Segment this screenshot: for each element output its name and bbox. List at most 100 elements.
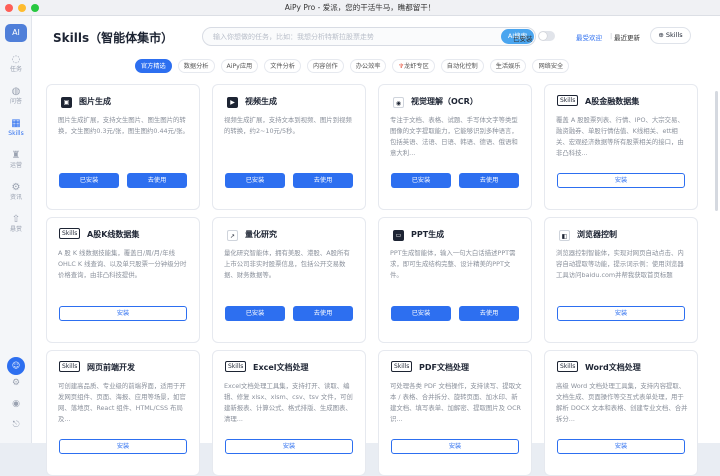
tab-office[interactable]: 办公效率 xyxy=(349,59,387,73)
toggle-knob xyxy=(539,32,547,40)
skill-card[interactable]: Skills 网页前端开发可创建高品质、专业级的前端界面，适用于开发网页组件、页面… xyxy=(46,350,200,476)
skill-card[interactable]: Skills A股K线数据集 A 股 K 线数据技能集，覆盖日/周/月/年线 OHL… xyxy=(46,217,200,343)
trophy-icon: ♜ xyxy=(11,150,21,161)
tab-official[interactable]: 官方精选 xyxy=(135,59,172,73)
skill-card[interactable]: Skills A股金融数据集 覆盖 A 股股票列表、行情、IPO、大宗交易、融资融券… xyxy=(544,84,698,210)
browser-icon: ◧ xyxy=(559,230,570,241)
ppt-icon: ▭ xyxy=(393,230,404,241)
sidebar-item-label: Skills xyxy=(8,130,24,137)
install-button[interactable]: 安装 xyxy=(391,439,519,454)
search-input[interactable] xyxy=(213,31,493,43)
skill-name: Excel文档处理 xyxy=(253,363,309,372)
sidebar-item-bounty[interactable]: ⇧ 悬赏 xyxy=(0,214,32,234)
sort-popular-link[interactable]: 最受欢迎 xyxy=(576,32,602,42)
settings-icon[interactable]: ⚙ xyxy=(0,378,32,388)
skill-description: 高级 Word 文档处理工具集，支持内容提取、文档生成、页面操作等交互式表单处理… xyxy=(556,382,688,423)
skills-tag-badge: Skills xyxy=(557,361,579,372)
skills-button-label: Skills xyxy=(665,31,683,39)
skill-card[interactable]: Skills Excel文档处理 Excel文档处理工具集，支持打开、读取、编辑、修… xyxy=(212,350,366,476)
skill-name: 浏览器控制 xyxy=(577,230,617,239)
skill-card[interactable]: Skills PDF文档处理 可处理各类 PDF 文档操作，支持读写、提取文本 / … xyxy=(378,350,532,476)
tab-file-analysis[interactable]: 文件分析 xyxy=(264,59,301,73)
installed-button[interactable]: 已安装 xyxy=(391,173,451,188)
install-button[interactable]: 安装 xyxy=(59,306,187,321)
tab-label: 龙虾专区 xyxy=(404,63,429,70)
skill-description: 专注于文档、表格、试题、手写体文字等类型图像的文字提取能力，它能够识别多种语言，… xyxy=(390,116,518,157)
user-icon[interactable]: ◉ xyxy=(0,399,32,409)
category-tabs: 官方精选 数据分析 AiPy应用 文件分析 内容创作 办公效率 ♆龙虾专区 自动… xyxy=(135,59,570,73)
skill-name: 视觉理解（OCR） xyxy=(411,97,478,106)
skill-card[interactable]: ◧ 浏览器控制浏览器控制智能体，实现对网页自动点击、内容自动提取等功能，提示词示例… xyxy=(544,217,698,343)
use-button[interactable]: 去使用 xyxy=(459,173,519,188)
page-title: Skills（智能体集市） xyxy=(53,31,174,45)
tab-lobster[interactable]: ♆龙虾专区 xyxy=(392,59,435,73)
eye-icon: ◉ xyxy=(393,97,404,108)
sidebar: AI ◌ 任务 ◍ 问答 ▦ Skills ♜ 运营 ⚙ 资讯 ⇧ 悬赏 ☺ ⚙… xyxy=(0,16,32,443)
use-button[interactable]: 去使用 xyxy=(293,173,353,188)
installed-button[interactable]: 已安装 xyxy=(225,306,285,321)
skill-name: 网页前端开发 xyxy=(87,363,135,372)
main-panel: Skills（智能体集市） AI搜索 已安装 最受欢迎 | 最近更新 ⊕ Ski… xyxy=(32,16,720,476)
skill-card[interactable]: ◉ 视觉理解（OCR） 专注于文档、表格、试题、手写体文字等类型图像的文字提取能力，… xyxy=(378,84,532,210)
skill-card[interactable]: ▶ 视频生成 视频生成扩展，支持文本到视频、图片到视频的转换，约2~10元/5秒。已… xyxy=(212,84,366,210)
tab-data-analysis[interactable]: 数据分析 xyxy=(177,59,215,73)
skill-card[interactable]: ↗ 量化研究量化研究智能体，拥有美股、港股、A股所有上市公司非实时股票信息，包括公… xyxy=(212,217,366,343)
tab-lifestyle[interactable]: 生活娱乐 xyxy=(489,59,527,73)
install-button[interactable]: 安装 xyxy=(557,306,685,321)
skills-tag-badge: Skills xyxy=(557,95,579,106)
skills-tag-badge: Skills xyxy=(391,361,413,372)
skill-name: PPT生成 xyxy=(411,230,445,239)
installed-toggle[interactable] xyxy=(538,31,555,41)
skill-card[interactable]: ▣ 图片生成 图片生成扩展，支持文生图片、图生图片的转换，文生图约0.3元/张，图生… xyxy=(46,84,200,210)
upload-icon: ⇧ xyxy=(11,214,21,225)
tab-automation[interactable]: 自动化控制 xyxy=(440,59,484,73)
chart-icon: ↗ xyxy=(227,230,238,241)
skill-card[interactable]: ▭ PPT生成 PPT生成智能体，输入一句大白话描述PPT需求，即可生成结构完整、设… xyxy=(378,217,532,343)
skill-description: 量化研究智能体，拥有美股、港股、A股所有上市公司非实时股票信息，包括公开交易数据… xyxy=(224,249,350,279)
sort-separator: | xyxy=(610,32,613,40)
chat-icon: ◌ xyxy=(11,54,21,65)
use-button[interactable]: 去使用 xyxy=(459,306,519,321)
tab-security[interactable]: 网络安全 xyxy=(532,59,570,73)
scrollbar[interactable] xyxy=(715,91,718,211)
window-titlebar: AiPy Pro - 爱派，您的干活牛马，瞧都留干！ xyxy=(0,0,720,16)
sidebar-item-label: 任务 xyxy=(9,66,22,73)
install-button[interactable]: 安装 xyxy=(557,173,685,188)
sidebar-item-ops[interactable]: ♜ 运营 xyxy=(0,150,32,170)
skill-name: A股K线数据集 xyxy=(87,230,140,239)
install-button[interactable]: 安装 xyxy=(59,439,187,454)
install-button[interactable]: 安装 xyxy=(557,439,685,454)
skill-name: Word文档处理 xyxy=(585,363,641,372)
question-icon: ◍ xyxy=(11,86,21,97)
sort-recent-link[interactable]: 最近更新 xyxy=(614,32,640,42)
sidebar-item-news[interactable]: ⚙ 资讯 xyxy=(0,182,32,202)
search-box: AI搜索 xyxy=(202,27,536,46)
skill-description: 可创建高品质、专业级的前端界面，适用于开发网页组件、页面、海报、应用等场景，如官… xyxy=(58,382,186,423)
skill-description: 覆盖 A 股股票列表、行情、IPO、大宗交易、融资融券、单股行情估值、K线相关、… xyxy=(556,116,684,157)
skills-button[interactable]: ⊕ Skills xyxy=(650,27,691,44)
installed-button[interactable]: 已安装 xyxy=(225,173,285,188)
skills-tag-badge: Skills xyxy=(59,361,81,372)
skill-description: A 股 K 线数据技能集，覆盖日/周/月/年线 OHLC K 线查询、以及单只股… xyxy=(58,249,187,279)
skill-name: 量化研究 xyxy=(245,230,277,239)
install-button[interactable]: 安装 xyxy=(225,439,353,454)
gear-icon: ⚙ xyxy=(11,182,21,193)
use-button[interactable]: 去使用 xyxy=(293,306,353,321)
skill-name: PDF文档处理 xyxy=(419,363,469,372)
skill-description: 浏览器控制智能体，实现对网页自动点击、内容自动提取等功能，提示词示例：使用浏览器… xyxy=(556,249,684,279)
installed-button[interactable]: 已安装 xyxy=(391,306,451,321)
installed-button[interactable]: 已安装 xyxy=(59,173,119,188)
tab-aipy-apps[interactable]: AiPy应用 xyxy=(220,59,259,73)
window-title: AiPy Pro - 爱派，您的干活牛马，瞧都留干！ xyxy=(284,3,436,12)
assistant-avatar[interactable]: ☺ xyxy=(0,353,32,375)
sidebar-item-tasks[interactable]: ◌ 任务 xyxy=(0,54,32,74)
skill-card[interactable]: Skills Word文档处理高级 Word 文档处理工具集，支持内容提取、文档生… xyxy=(544,350,698,476)
use-button[interactable]: 去使用 xyxy=(127,173,187,188)
tab-content-creation[interactable]: 内容创作 xyxy=(306,59,344,73)
logout-icon[interactable]: ⎋ xyxy=(0,420,32,430)
sidebar-item-qa[interactable]: ◍ 问答 xyxy=(0,86,32,106)
sidebar-item-label: 运营 xyxy=(9,162,22,169)
skills-icon: ▦ xyxy=(11,118,21,129)
sidebar-item-skills[interactable]: ▦ Skills xyxy=(0,118,32,138)
skill-description: 图片生成扩展，支持文生图片、图生图片的转换，文生图约0.3元/张，图生图约0.4… xyxy=(58,116,189,135)
